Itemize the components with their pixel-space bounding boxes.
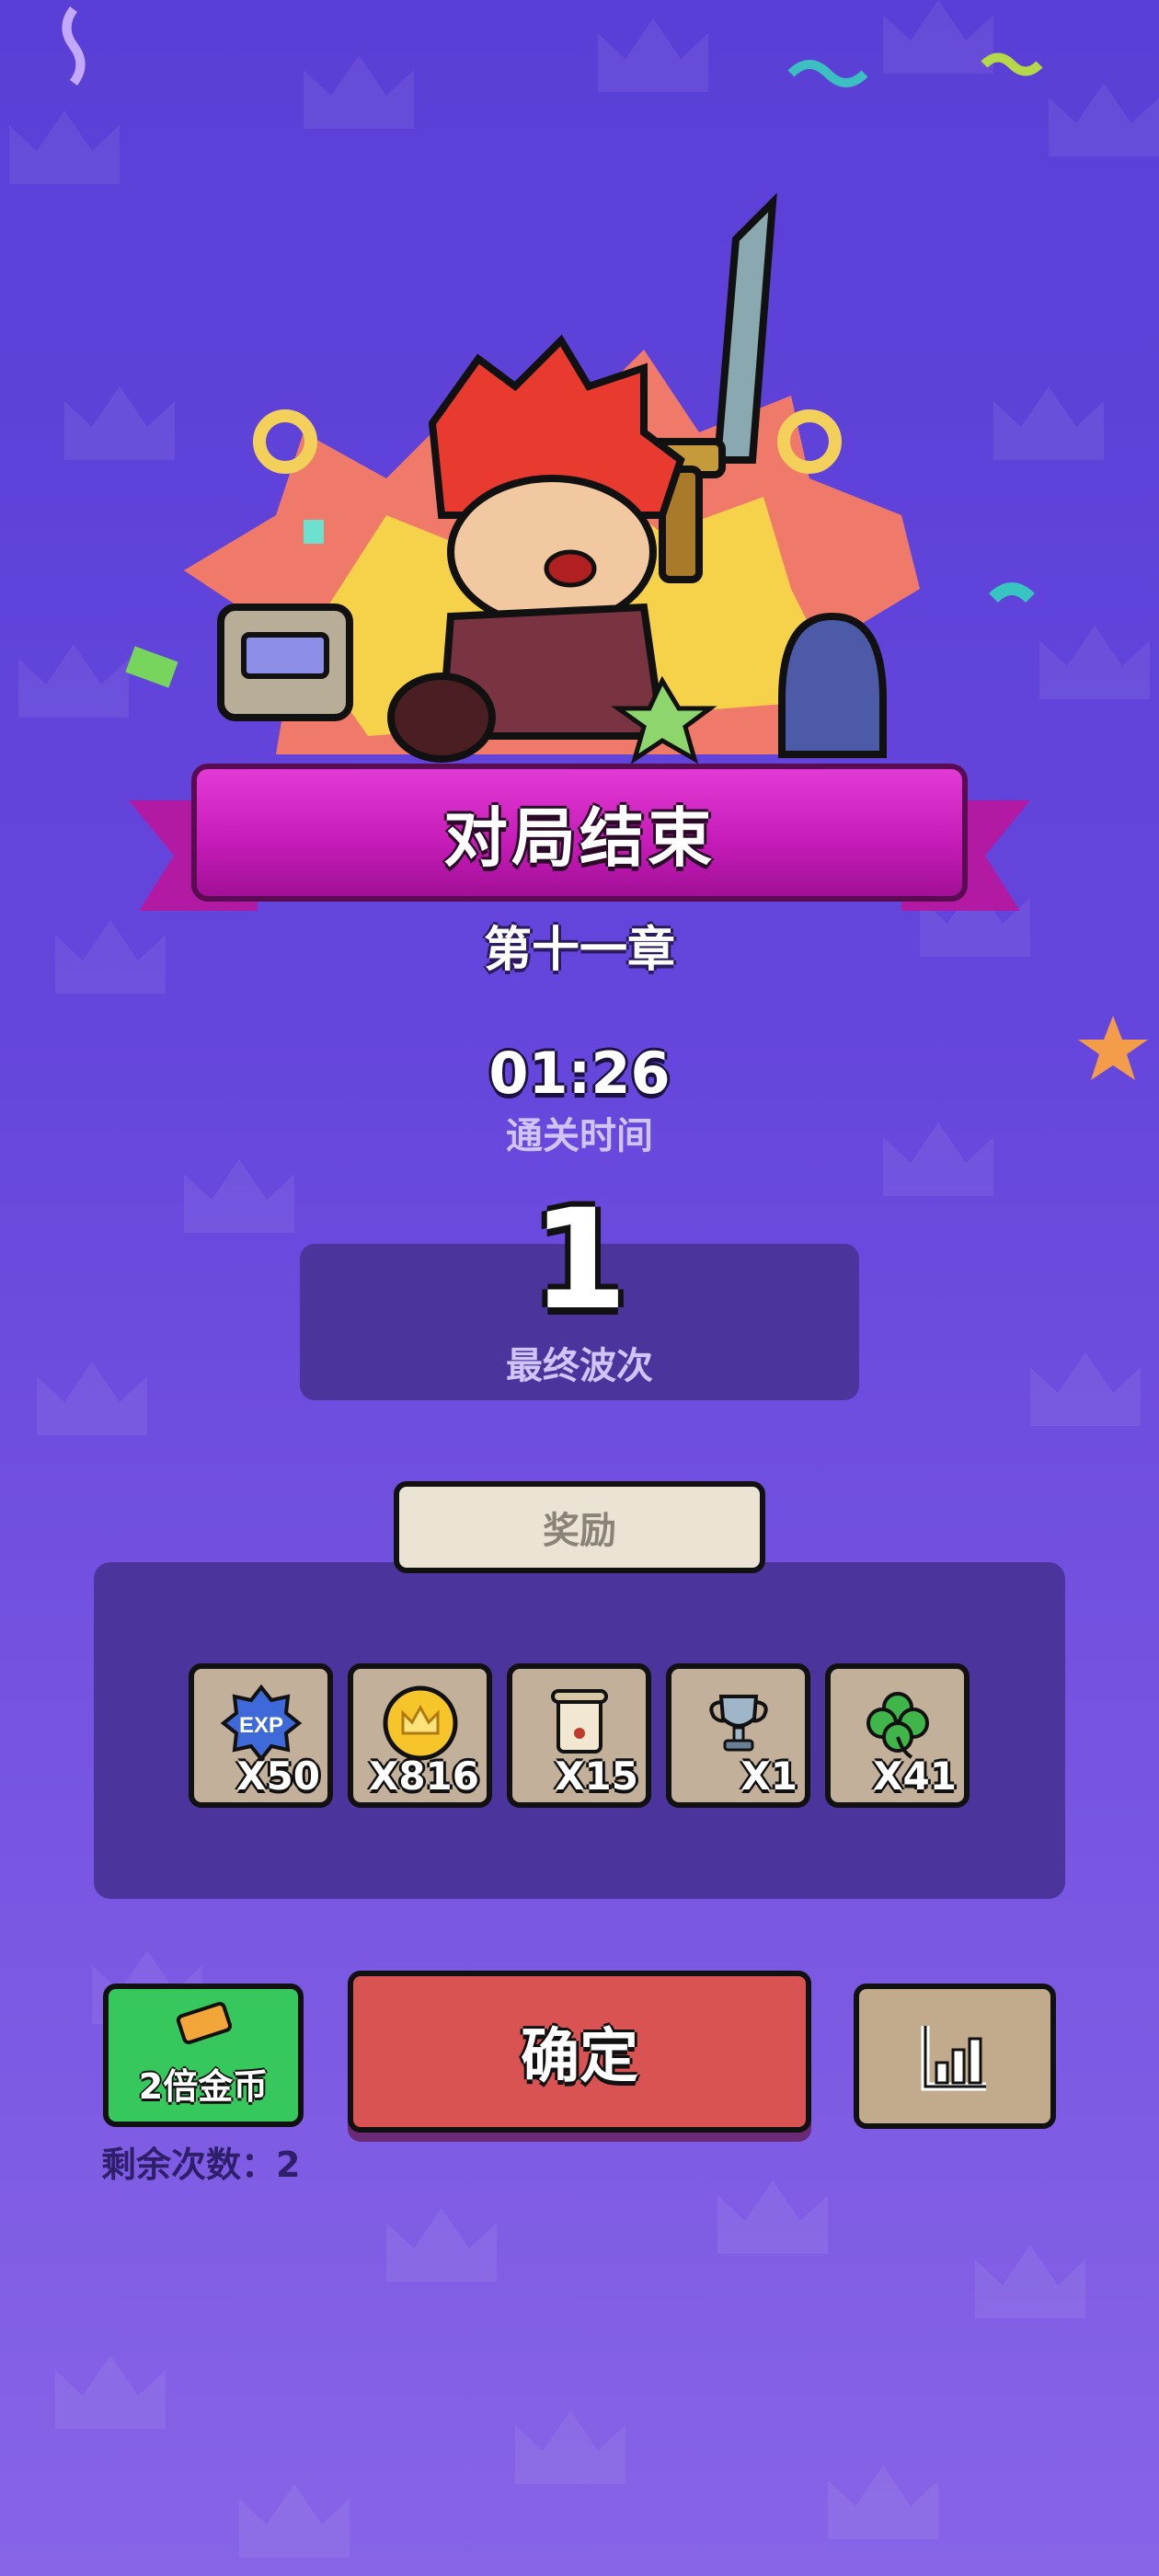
ticket-icon	[176, 2002, 233, 2044]
page-title: 对局结束	[443, 799, 716, 876]
reward-tab: 奖励	[394, 1481, 765, 1573]
ribbon-banner: 对局结束	[191, 764, 968, 902]
reward-slot-scroll[interactable]: X15	[507, 1663, 651, 1808]
clear-time-label: 通关时间	[506, 1115, 653, 1157]
reward-list: EXP X50 X816 X15 X1 X41	[189, 1663, 970, 1808]
reward-qty: X50	[236, 1754, 320, 1799]
double-gold-label: 2倍金币	[138, 2066, 269, 2107]
scroll-icon	[551, 1689, 608, 1754]
reward-slot-trophy[interactable]: X1	[666, 1663, 810, 1808]
confirm-button[interactable]: 确定	[348, 1971, 811, 2133]
clover-icon	[866, 1692, 929, 1759]
reward-qty: X15	[555, 1754, 638, 1799]
reward-slot-gold[interactable]: X816	[348, 1663, 492, 1808]
exp-icon: EXP	[220, 1684, 303, 1763]
reward-slot-exp[interactable]: EXP X50	[189, 1663, 333, 1808]
remaining-count: 剩余次数：2	[101, 2145, 301, 2185]
final-wave-label: 最终波次	[506, 1345, 653, 1387]
trophy-icon	[709, 1695, 768, 1752]
reward-slot-clover[interactable]: X41	[825, 1663, 970, 1808]
reward-qty: X1	[740, 1754, 798, 1799]
svg-text:EXP: EXP	[239, 1713, 283, 1738]
chapter-label: 第十一章	[483, 923, 675, 978]
reward-qty: X41	[873, 1754, 957, 1799]
gold-coin-icon	[383, 1685, 458, 1761]
bar-chart-icon	[921, 2026, 986, 2091]
double-gold-button[interactable]: 2倍金币	[103, 1984, 304, 2127]
victory-hero-illustration	[62, 6, 1043, 765]
final-wave-value: 1	[531, 1180, 628, 1340]
robot-icon	[217, 604, 353, 721]
reward-qty: X816	[368, 1754, 479, 1799]
ghost-icon	[778, 612, 887, 758]
stats-button[interactable]	[854, 1984, 1056, 2129]
title-ribbon: 对局结束	[129, 764, 1030, 929]
clear-time-value: 01:26	[488, 1040, 671, 1107]
